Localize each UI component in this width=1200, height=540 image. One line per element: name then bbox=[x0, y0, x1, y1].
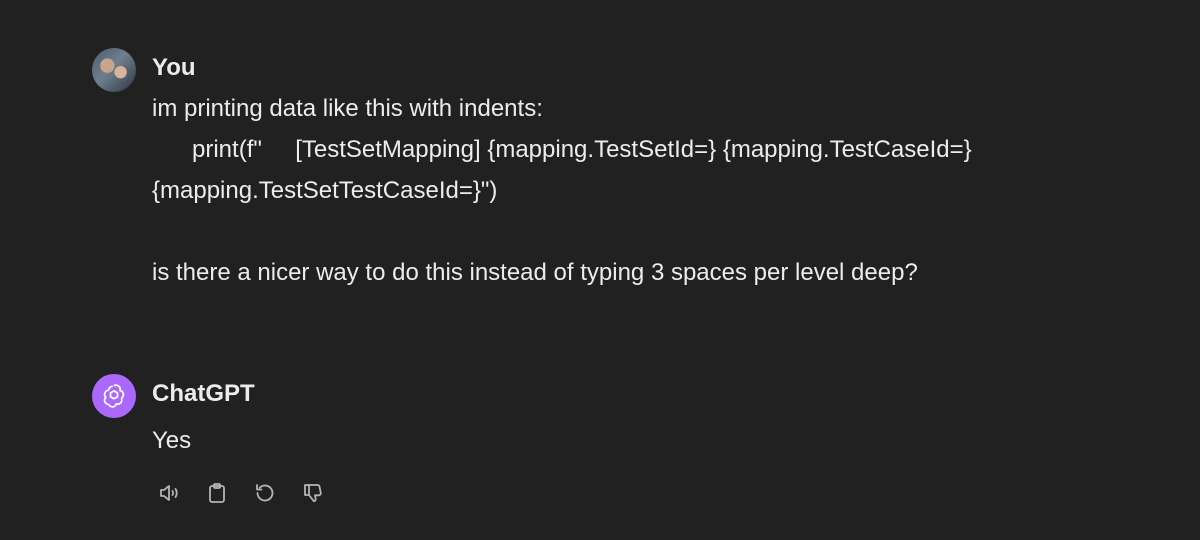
message-actions bbox=[152, 476, 330, 510]
assistant-avatar bbox=[92, 374, 136, 418]
message-line: im printing data like this with indents: bbox=[152, 95, 543, 122]
speaker-icon bbox=[160, 485, 178, 501]
user-message-text: im printing data like this with indents:… bbox=[152, 88, 1112, 293]
openai-logo-icon bbox=[103, 384, 125, 408]
message-line: is there a nicer way to do this instead … bbox=[152, 259, 918, 286]
regenerate-button[interactable] bbox=[248, 476, 282, 510]
clipboard-icon bbox=[209, 483, 225, 503]
thumbs-down-icon bbox=[304, 484, 322, 503]
user-author-name: You bbox=[152, 54, 196, 81]
read-aloud-button[interactable] bbox=[152, 476, 186, 510]
assistant-author-name: ChatGPT bbox=[152, 380, 255, 407]
message-line: {mapping.TestSetTestCaseId=}") bbox=[152, 177, 498, 204]
user-avatar bbox=[92, 48, 136, 92]
regenerate-icon bbox=[256, 484, 274, 502]
bad-response-button[interactable] bbox=[296, 476, 330, 510]
chat-page: You im printing data like this with inde… bbox=[0, 0, 1200, 540]
copy-button[interactable] bbox=[200, 476, 234, 510]
message-line bbox=[152, 211, 1112, 252]
message-line: print(f" [TestSetMapping] {mapping.TestS… bbox=[152, 136, 972, 163]
assistant-message-text: Yes bbox=[152, 420, 1112, 461]
message-line: Yes bbox=[152, 427, 192, 454]
